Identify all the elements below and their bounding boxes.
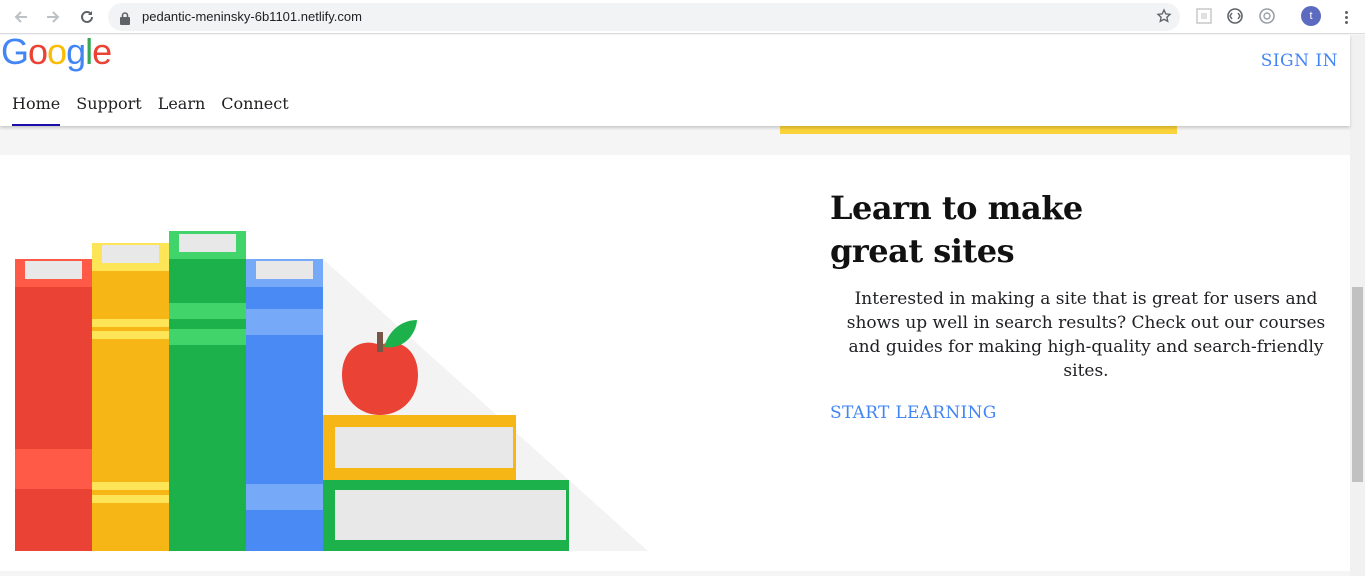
- site-header: Google SIGN IN Home Support Learn Connec…: [0, 31, 1350, 126]
- extension-icon[interactable]: [1257, 6, 1277, 26]
- scrollbar[interactable]: [1350, 35, 1365, 576]
- extension-icon[interactable]: [1194, 6, 1214, 26]
- logo-letter: G: [1, 31, 29, 72]
- reload-icon[interactable]: [75, 5, 99, 29]
- previous-section-accent: [780, 126, 1177, 134]
- section-divider: [0, 571, 1350, 576]
- nav-home[interactable]: Home: [12, 94, 61, 126]
- learn-copy: Learn to make great sites Interested in …: [830, 187, 1345, 423]
- lock-icon: [120, 10, 130, 29]
- nav-support[interactable]: Support: [76, 94, 141, 126]
- section-description: Interested in making a site that is grea…: [846, 289, 1326, 381]
- books-illustration: [15, 231, 648, 551]
- url-text: pedantic-meninsky-6b1101.netlify.com: [142, 9, 362, 24]
- logo-letter: g: [66, 31, 86, 72]
- learn-section: Learn to make great sites Interested in …: [0, 155, 1350, 571]
- scrollbar-thumb[interactable]: [1352, 287, 1363, 482]
- forward-arrow-icon[interactable]: [41, 5, 65, 29]
- logo-letter: o: [47, 31, 67, 72]
- logo-letter: l: [85, 31, 93, 72]
- nav-learn[interactable]: Learn: [158, 94, 206, 126]
- google-logo[interactable]: Google: [1, 31, 112, 73]
- back-arrow-icon[interactable]: [9, 5, 33, 29]
- kebab-menu-icon[interactable]: [1336, 6, 1356, 28]
- start-learning-link[interactable]: START LEARNING: [830, 403, 997, 423]
- address-bar[interactable]: pedantic-meninsky-6b1101.netlify.com: [108, 3, 1180, 31]
- main-nav: Home Support Learn Connect: [12, 94, 289, 126]
- browser-toolbar: pedantic-meninsky-6b1101.netlify.com t: [0, 0, 1365, 34]
- extension-icon[interactable]: [1225, 6, 1245, 26]
- sign-in-link[interactable]: SIGN IN: [1261, 51, 1338, 71]
- avatar[interactable]: t: [1301, 6, 1321, 26]
- logo-letter: e: [92, 31, 112, 72]
- logo-letter: o: [28, 31, 48, 72]
- section-title: Learn to make great sites: [830, 189, 1083, 270]
- star-icon[interactable]: [1156, 8, 1172, 28]
- nav-connect[interactable]: Connect: [221, 94, 288, 126]
